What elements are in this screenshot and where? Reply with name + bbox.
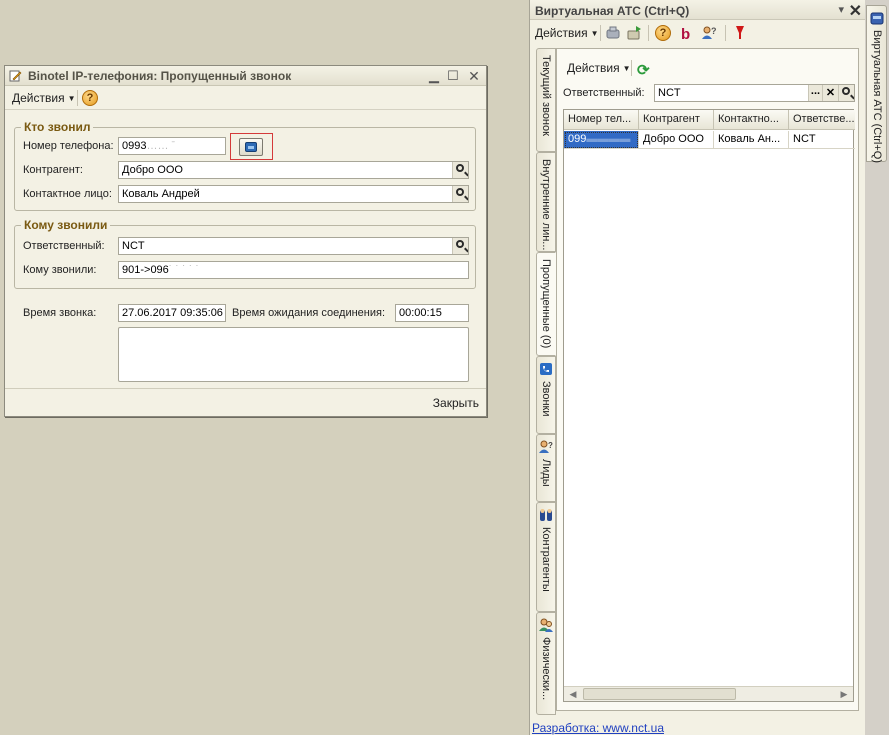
who-called-title: Кто звонил — [21, 120, 94, 134]
column-header-phone[interactable]: Номер тел... — [564, 110, 639, 130]
refresh-icon[interactable]: ⟳ — [637, 61, 653, 79]
table-cell-phone[interactable]: 099▬▬▬▬ — [564, 131, 639, 149]
persons-icon — [539, 618, 553, 632]
toolbar-separator — [77, 90, 78, 106]
transfer-icon[interactable] — [627, 25, 643, 41]
telephone-icon — [245, 142, 257, 152]
horizontal-scrollbar[interactable]: ◀ ▶ — [564, 686, 853, 701]
whom-called-title: Кому звонили — [21, 218, 111, 232]
panel-close-button[interactable]: ✕ — [849, 1, 862, 21]
help-icon[interactable]: ? — [655, 25, 671, 41]
column-header-contact[interactable]: Контактно... — [714, 110, 789, 130]
maximize-button[interactable]: ☐ — [445, 68, 461, 84]
call-back-button[interactable] — [239, 138, 263, 156]
column-header-contractor[interactable]: Контрагент — [639, 110, 714, 130]
contractor-search-button[interactable] — [452, 162, 468, 178]
table-cell-contact[interactable]: Коваль Ан... — [714, 131, 789, 149]
responsible-filter-field[interactable]: NCT ... ✕ — [654, 84, 855, 102]
toolbar-separator — [725, 25, 726, 41]
search-icon — [456, 240, 464, 248]
tab-current-call[interactable]: Текущий звонок — [536, 48, 556, 152]
target-label: Кому звонили: — [23, 264, 97, 276]
missed-call-dialog: Binotel IP-телефония: Пропущенный звонок… — [4, 65, 487, 417]
contractor-label: Контрагент: — [23, 164, 83, 176]
responsible-field[interactable]: NCT — [118, 237, 469, 255]
person-question-icon: ? — [539, 440, 553, 453]
table-cell-responsible[interactable]: NCT — [789, 131, 855, 149]
whom-called-group: Кому звонили — [14, 218, 476, 289]
missed-actions-button[interactable]: Действия ▼ — [567, 61, 631, 75]
tab-missed[interactable]: Пропущенные (0) — [536, 252, 556, 356]
virtual-pbx-panel: Виртуальная АТС (Ctrl+Q) ▾ ✕ Действия ▼ ?… — [529, 0, 866, 735]
people-icon — [540, 509, 552, 521]
contact-search-button[interactable] — [452, 186, 468, 202]
clear-filter-icon[interactable]: ✕ — [822, 85, 838, 101]
svg-text:?: ? — [548, 441, 553, 450]
toolbar-separator — [631, 60, 632, 76]
missed-calls-content: Действия ▼ ⟳ Ответственный: NCT ... ✕ Ном… — [556, 48, 859, 711]
toolbar-separator — [648, 25, 649, 41]
panel-pin-button[interactable]: ▾ — [838, 3, 844, 16]
right-side-bar: Виртуальная АТС (Ctrl+Q) — [865, 0, 889, 735]
wait-time-field[interactable]: 00:00:15 — [395, 304, 469, 322]
column-header-responsible[interactable]: Ответстве... — [789, 110, 855, 130]
dialog-title: Binotel IP-телефония: Пропущенный звонок — [28, 69, 292, 83]
search-icon — [456, 188, 464, 196]
minimize-button[interactable]: ▁ — [426, 68, 442, 84]
table-cell-contractor[interactable]: Добро ООО — [639, 131, 714, 149]
phone-blue-icon — [540, 363, 552, 375]
help-icon[interactable]: ? — [82, 90, 98, 106]
side-tab-virtual-pbx[interactable]: Виртуальная АТС (Ctrl+Q) — [866, 5, 887, 163]
edit-form-icon — [9, 70, 22, 82]
call-time-field[interactable]: 27.06.2017 09:35:06 — [118, 304, 226, 322]
panel-actions-button[interactable]: Действия ▼ — [535, 26, 599, 40]
search-icon — [842, 87, 850, 95]
scroll-right-arrow-icon[interactable]: ▶ — [836, 688, 852, 701]
pbx-icon — [870, 12, 884, 25]
phone-grey-icon[interactable] — [605, 25, 621, 41]
close-window-button[interactable]: ✕ — [466, 68, 482, 84]
dialog-toolbar: Действия ▼ ? — [5, 86, 486, 110]
search-icon — [456, 164, 464, 172]
responsible-filter-label: Ответственный: — [563, 87, 645, 99]
contact-person-field[interactable]: Коваль Андрей — [118, 185, 469, 203]
phone-label: Номер телефона: — [23, 140, 114, 152]
contact-label: Контактное лицо: — [23, 188, 112, 200]
close-button[interactable]: Закрыть — [433, 396, 479, 410]
comment-textarea[interactable] — [118, 327, 469, 382]
tab-individuals[interactable]: Физически... — [536, 612, 556, 715]
developer-link[interactable]: Разработка: www.nct.ua — [532, 721, 664, 735]
actions-menu-button[interactable]: Действия ▼ — [12, 91, 76, 105]
scroll-left-arrow-icon[interactable]: ◀ — [565, 688, 581, 701]
call-time-label: Время звонка: — [23, 307, 97, 319]
user-question-icon[interactable]: ? — [701, 25, 717, 41]
tab-calls[interactable]: Звонки — [536, 356, 556, 434]
scrollbar-thumb[interactable] — [583, 688, 736, 700]
panel-toolbar: Действия ▼ ? b ? — [530, 21, 866, 45]
panel-vertical-tabs: Текущий звонок Внутренние лин... Пропуще… — [536, 48, 556, 715]
responsible-search-button[interactable] — [452, 238, 468, 254]
svg-text:b: b — [681, 26, 690, 41]
panel-title: Виртуальная АТС (Ctrl+Q) — [535, 4, 690, 18]
call-button-highlight — [230, 133, 273, 160]
funnel-icon[interactable] — [732, 25, 748, 41]
tab-leads[interactable]: ? Лиды — [536, 434, 556, 502]
filter-search-button[interactable] — [838, 85, 854, 101]
tab-contractors[interactable]: Контрагенты — [536, 502, 556, 612]
missed-calls-table[interactable]: Номер тел... Контрагент Контактно... Отв… — [563, 109, 855, 702]
dialog-titlebar[interactable]: Binotel IP-телефония: Пропущенный звонок… — [5, 66, 486, 86]
svg-text:?: ? — [711, 26, 717, 36]
responsible-label: Ответственный: — [23, 240, 105, 252]
wait-time-label: Время ожидания соединения: — [232, 307, 386, 319]
select-button[interactable]: ... — [808, 85, 822, 101]
binotel-logo-icon[interactable]: b — [678, 25, 694, 41]
panel-titlebar: Виртуальная АТС (Ctrl+Q) ▾ ✕ — [530, 0, 866, 20]
contractor-field[interactable]: Добро ООО — [118, 161, 469, 179]
footer-divider — [5, 388, 486, 389]
target-number-field[interactable]: 901->096˙ ˙ ˙ ˙ ˙ — [118, 261, 469, 279]
tab-internal-lines[interactable]: Внутренние лин... — [536, 152, 556, 252]
toolbar-separator — [600, 25, 601, 41]
phone-number-field[interactable]: 0993…… ˉ — [118, 137, 226, 155]
